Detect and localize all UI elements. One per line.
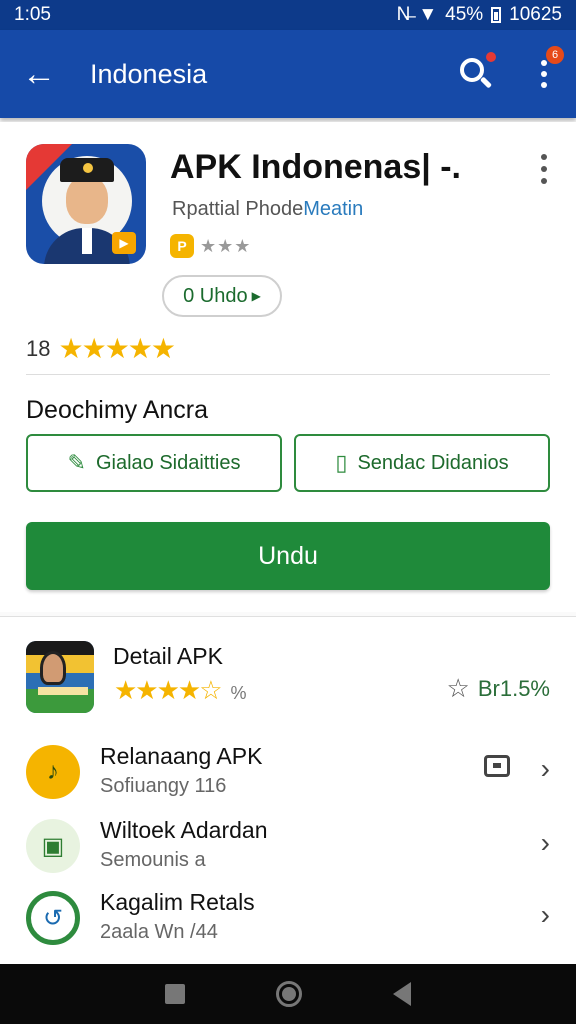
- media-icon[interactable]: [484, 755, 510, 777]
- status-bar: 1:05 N̶ ▼ 45% 10625: [0, 0, 576, 30]
- list-item-subtitle: Sofiuangy 116: [100, 775, 227, 797]
- detail-right-value: Br1.5%: [477, 675, 550, 701]
- developer-name: Rpattial PhodeMeatin: [172, 198, 363, 221]
- back-arrow-icon[interactable]: ←: [22, 57, 62, 91]
- notification-dot: [486, 52, 496, 62]
- device-icon: ▯: [335, 450, 348, 475]
- list-item-subtitle: 2aala Wn /44: [100, 921, 218, 943]
- detail-stars-value: ★★★★☆: [114, 675, 223, 705]
- review-row: 18 ★★★★★: [26, 332, 176, 365]
- home-icon[interactable]: [275, 981, 302, 1007]
- play-arrow-icon: ▶: [251, 289, 261, 303]
- leaf-icon: ✎: [67, 450, 86, 475]
- list-item-subtitle: Semounis a: [100, 849, 206, 871]
- overflow-menu-icon[interactable]: 6: [538, 46, 564, 92]
- chevron-right-icon[interactable]: ›: [541, 753, 550, 785]
- battery-percent: 45%: [445, 4, 484, 25]
- wifi-icon: ▼: [418, 4, 438, 25]
- search-icon[interactable]: [458, 52, 496, 92]
- status-time: 1:05: [14, 4, 51, 25]
- left-outline-button[interactable]: ✎ Gialao Sidaitties: [26, 434, 282, 492]
- status-extra: 10625: [509, 4, 562, 25]
- chevron-right-icon[interactable]: ›: [541, 899, 550, 931]
- star-outline-icon: ☆: [446, 673, 470, 703]
- divider: [26, 374, 550, 375]
- list-item-title: Kagalim Retals: [100, 889, 255, 915]
- detail-rating[interactable]: ☆ Br1.5%: [447, 673, 550, 704]
- developer-prefix: Rpattial Phode: [172, 198, 304, 220]
- p-badge-icon: P: [170, 234, 194, 258]
- rating-stars: ★★★★★: [58, 333, 176, 364]
- detail-thumbnail[interactable]: [26, 641, 94, 713]
- list-item[interactable]: ▣ Wiltoek Adardan Semounis a ›: [0, 813, 576, 885]
- music-note-icon: ♪: [26, 745, 80, 799]
- detail-section: Detail APK ★★★★☆% ☆ Br1.5% ♪ Relanaang A…: [0, 616, 576, 964]
- small-rating-stars: ★★★: [200, 235, 252, 256]
- right-outline-label: Sendac Didanios: [357, 451, 509, 474]
- calendar-icon: ▣: [26, 819, 80, 873]
- detail-stars: ★★★★☆%: [114, 675, 247, 706]
- chevron-right-icon[interactable]: ›: [541, 827, 550, 859]
- detail-stars-sub: %: [230, 683, 247, 703]
- status-icons: N̶ ▼ 45% 10625: [397, 4, 562, 26]
- app-title: APK Indonenas| -.: [170, 148, 461, 186]
- refresh-icon: ↺: [26, 891, 80, 945]
- card-overflow-icon[interactable]: [538, 154, 550, 184]
- battery-icon: [491, 7, 502, 23]
- left-outline-label: Gialao Sidaitties: [95, 451, 241, 474]
- right-outline-button[interactable]: ▯ Sendac Didanios: [294, 434, 550, 492]
- app-icon[interactable]: ▶: [26, 144, 146, 264]
- rating-row: P ★★★: [170, 234, 251, 258]
- app-bar-title: Indonesia: [90, 58, 208, 89]
- undu-button-label: Undu: [258, 541, 318, 570]
- unduh-pill-label: 0 Uhdo: [183, 284, 248, 307]
- list-item[interactable]: ↺ Kagalim Retals 2aala Wn /44 ›: [0, 885, 576, 957]
- recents-icon[interactable]: [165, 984, 186, 1004]
- list-item-title: Wiltoek Adardan: [100, 817, 268, 843]
- play-icon: ▶: [112, 232, 136, 254]
- back-icon[interactable]: [392, 982, 411, 1006]
- unduh-pill-button[interactable]: 0 Uhdo ▶: [162, 275, 282, 317]
- nfc-icon: N̶: [396, 4, 411, 25]
- app-bar: ← Indonesia 6: [0, 30, 576, 118]
- undu-button[interactable]: Undu: [26, 522, 550, 590]
- list-item[interactable]: ♪ Relanaang APK Sofiuangy 116 ›: [0, 739, 576, 811]
- list-item-title: Relanaang APK: [100, 743, 263, 769]
- menu-badge: 6: [546, 46, 564, 64]
- section-title: Deochimy Ancra: [26, 396, 209, 424]
- navigation-bar: [0, 964, 576, 1024]
- developer-link[interactable]: Meatin: [303, 198, 363, 220]
- detail-title: Detail APK: [113, 643, 223, 669]
- review-count: 18: [26, 335, 51, 361]
- app-card: ▶ APK Indonenas| -. Rpattial PhodeMeatin…: [0, 122, 576, 612]
